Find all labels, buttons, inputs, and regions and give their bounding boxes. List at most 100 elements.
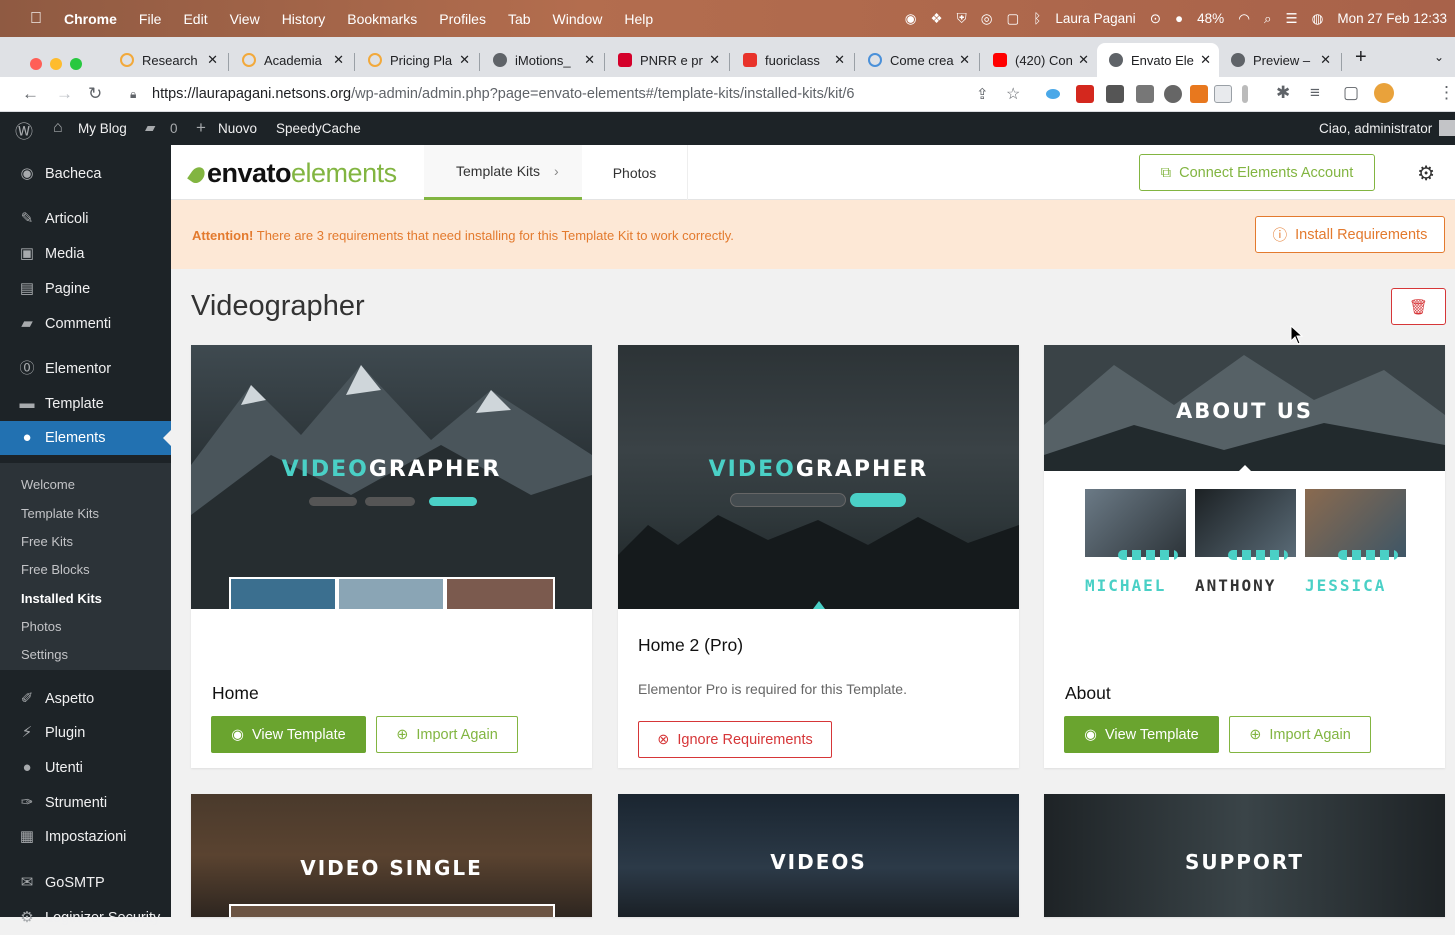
shield-icon[interactable]: ⛨ (957, 11, 967, 27)
close-window-button[interactable] (30, 58, 42, 70)
close-tab-icon[interactable]: ✕ (459, 52, 470, 68)
menu-tab[interactable]: Tab (497, 11, 542, 27)
tab-pnrr[interactable]: PNRR e pr ✕ (606, 43, 728, 77)
sidebar-item-plugin[interactable]: ⚡︎ Plugin (0, 716, 171, 750)
submenu-settings[interactable]: Settings (21, 647, 68, 662)
minimize-window-button[interactable] (50, 58, 62, 70)
reading-list-icon[interactable]: ≡ (1310, 83, 1320, 103)
profile-avatar[interactable] (1374, 83, 1394, 103)
extension-icon[interactable] (1242, 85, 1248, 103)
speedycache-link[interactable]: SpeedyCache (276, 121, 361, 136)
template-thumbnail[interactable]: VIDEOGRAPHER (618, 345, 1019, 609)
bluetooth-icon[interactable]: ᛒ (1033, 11, 1041, 26)
account-greeting[interactable]: Ciao, administrator (1319, 121, 1432, 136)
forward-icon[interactable]: → (56, 84, 73, 104)
menu-app[interactable]: Chrome (53, 11, 128, 27)
sidebar-item-elementor[interactable]: ⓪ Elementor (0, 352, 171, 386)
comment-icon[interactable]: ▰ (145, 120, 155, 136)
sidebar-item-pagine[interactable]: ▤ Pagine (0, 272, 171, 306)
tab-youtube[interactable]: (420) Con ✕ (981, 43, 1097, 77)
control-center-icon[interactable]: ☰ (1286, 11, 1298, 27)
dropbox-icon[interactable]: ❖ (930, 11, 942, 27)
document-extension-icon[interactable] (1214, 85, 1232, 103)
tab-fuoriclasse[interactable]: fuoriclass ✕ (731, 43, 853, 77)
menu-file[interactable]: File (128, 11, 173, 27)
submenu-photos[interactable]: Photos (21, 619, 61, 634)
delete-kit-button[interactable]: 🗑︎ (1391, 288, 1446, 325)
plus-icon[interactable]: + (196, 118, 206, 138)
siri-icon[interactable]: ◍ (1312, 11, 1324, 27)
cloud-extension-icon[interactable] (1046, 89, 1060, 99)
menu-profiles[interactable]: Profiles (428, 11, 497, 27)
sidebar-item-utenti[interactable]: ● Utenti (0, 751, 171, 785)
gear-icon[interactable]: ⚙ (1417, 161, 1435, 186)
submenu-free-blocks[interactable]: Free Blocks (21, 562, 90, 577)
submenu-welcome[interactable]: Welcome (21, 477, 75, 492)
sidebar-item-loginizer[interactable]: ⚙ Loginizer Security (0, 901, 171, 935)
menubar-datetime[interactable]: Mon 27 Feb 12:33 (1337, 11, 1447, 26)
tab-search-icon[interactable]: ⌄ (1434, 50, 1444, 64)
template-thumbnail[interactable]: SUPPORT (1044, 794, 1445, 917)
zoom-window-button[interactable] (70, 58, 82, 70)
menu-help[interactable]: Help (613, 11, 664, 27)
envato-elements-logo[interactable]: envatoelements (187, 158, 397, 189)
back-icon[interactable]: ← (22, 84, 39, 104)
extension-icon[interactable] (1136, 85, 1154, 103)
view-template-button[interactable]: ◉ View Template (1064, 716, 1219, 753)
sidebar-item-impostazioni[interactable]: ▦ Impostazioni (0, 820, 171, 854)
menu-view[interactable]: View (219, 11, 271, 27)
extension-icon[interactable] (1164, 85, 1182, 103)
chrome-menu-icon[interactable]: ⋮ (1438, 83, 1455, 103)
side-panel-icon[interactable]: ▢ (1343, 83, 1359, 103)
play-icon[interactable]: ⊙ (1150, 11, 1161, 27)
import-again-button[interactable]: ⊕ Import Again (376, 716, 518, 753)
tab-imotions[interactable]: iMotions_ ✕ (481, 43, 603, 77)
vpn-icon[interactable]: ◎ (981, 11, 993, 27)
ignore-requirements-button[interactable]: ⊗ Ignore Requirements (638, 721, 832, 758)
menu-edit[interactable]: Edit (172, 11, 218, 27)
sidebar-item-gosmtp[interactable]: ✉ GoSMTP (0, 866, 171, 900)
view-template-button[interactable]: ◉ View Template (211, 716, 366, 753)
template-thumbnail[interactable]: VIDEO SINGLE (191, 794, 592, 917)
close-tab-icon[interactable]: ✕ (584, 52, 595, 68)
sidebar-item-media[interactable]: ▣ Media (0, 237, 171, 271)
url-field[interactable]: https://laurapagani.netsons.org/wp-admin… (152, 86, 854, 102)
tab-come-creare[interactable]: Come crea ✕ (856, 43, 978, 77)
comments-count[interactable]: 0 (170, 121, 178, 136)
new-content-link[interactable]: Nuovo (218, 121, 257, 136)
menu-bookmarks[interactable]: Bookmarks (336, 11, 428, 27)
submenu-template-kits[interactable]: Template Kits (21, 506, 99, 521)
menubar-battery[interactable]: 48% (1197, 11, 1224, 26)
site-name-link[interactable]: My Blog (78, 121, 127, 136)
tab-research[interactable]: Research ✕ (108, 43, 226, 77)
sidebar-item-elements[interactable]: ● Elements (0, 421, 171, 455)
close-tab-icon[interactable]: ✕ (333, 52, 344, 68)
news-extension-icon[interactable] (1106, 85, 1124, 103)
spotlight-icon[interactable]: ⌕ (1264, 11, 1272, 27)
install-requirements-button[interactable]: ⓘ Install Requirements (1255, 216, 1445, 253)
reload-icon[interactable]: ↻ (88, 84, 102, 104)
sidebar-item-strumenti[interactable]: ✑ Strumenti (0, 786, 171, 820)
tab-envato[interactable]: Envato Ele ✕ (1097, 43, 1219, 77)
connect-account-button[interactable]: ⧉ Connect Elements Account (1139, 154, 1375, 191)
close-tab-icon[interactable]: ✕ (1078, 52, 1089, 68)
menu-window[interactable]: Window (542, 11, 614, 27)
template-thumbnail[interactable]: VIDEOS (618, 794, 1019, 917)
tab-academia[interactable]: Academia ✕ (230, 43, 352, 77)
pdf-extension-icon[interactable] (1076, 85, 1094, 103)
menubar-user[interactable]: Laura Pagani (1055, 11, 1135, 26)
lock-icon[interactable]: 🔒︎ (130, 87, 136, 102)
share-icon[interactable]: ⇪ (976, 85, 989, 103)
home-icon[interactable]: ⌂ (53, 119, 63, 137)
submenu-installed-kits[interactable]: Installed Kits (21, 591, 102, 606)
new-tab-button[interactable]: + (1355, 46, 1367, 69)
submenu-free-kits[interactable]: Free Kits (21, 534, 73, 549)
import-again-button[interactable]: ⊕ Import Again (1229, 716, 1371, 753)
template-thumbnail[interactable]: VIDEOGRAPHER (191, 345, 592, 609)
close-tab-icon[interactable]: ✕ (834, 52, 845, 68)
apple-icon[interactable]:  (0, 10, 53, 28)
status-icon[interactable]: ◉ (905, 11, 917, 27)
person-icon[interactable]: ● (1175, 11, 1183, 26)
sidebar-item-bacheca[interactable]: ◉ Bacheca (0, 157, 171, 191)
menu-history[interactable]: History (271, 11, 337, 27)
